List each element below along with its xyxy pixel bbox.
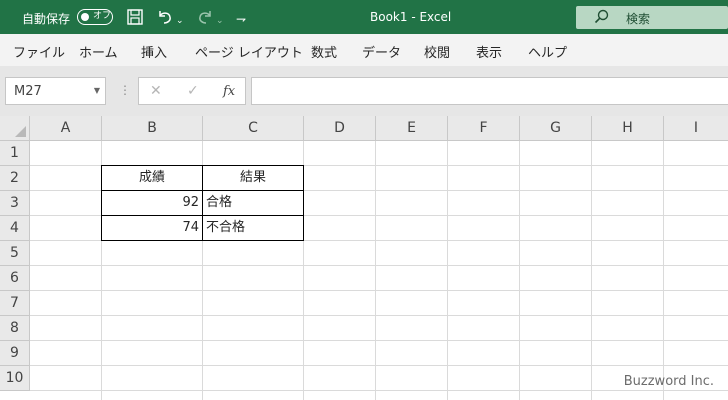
formula-buttons: ✕ ✓ fx	[138, 77, 246, 105]
save-icon[interactable]	[126, 8, 144, 30]
gridline	[591, 141, 592, 400]
tab-review[interactable]: 校閲	[424, 42, 450, 61]
chevron-down-icon[interactable]: ▼	[94, 86, 100, 95]
cell-b2[interactable]: 成績	[101, 165, 203, 191]
name-box[interactable]: M27 ▼	[5, 77, 106, 105]
gridline	[30, 290, 728, 291]
cell-c4[interactable]: 不合格	[202, 215, 304, 241]
column-header-h[interactable]: H	[592, 116, 664, 141]
customize-qat-icon[interactable]: ⇁	[236, 10, 246, 28]
gridline	[663, 141, 664, 400]
column-header-i[interactable]: I	[664, 116, 728, 141]
row-header-7[interactable]: 7	[0, 291, 30, 316]
tab-file[interactable]: ファイル	[13, 42, 65, 61]
insert-function-icon[interactable]: fx	[223, 84, 235, 99]
cell-c3[interactable]: 合格	[202, 190, 304, 216]
cell-b4[interactable]: 74	[101, 215, 203, 241]
autosave-toggle[interactable]: オフ	[77, 9, 113, 25]
search-placeholder: 検索	[626, 12, 651, 26]
toggle-knob	[81, 12, 89, 21]
row-header-6[interactable]: 6	[0, 266, 30, 291]
tab-view[interactable]: 表示	[476, 42, 502, 61]
undo-dropdown-icon[interactable]: ⌄	[176, 12, 184, 30]
column-header-f[interactable]: F	[448, 116, 520, 141]
tab-page-layout[interactable]: ページ レイアウト	[195, 42, 303, 61]
column-header-b[interactable]: B	[102, 116, 203, 141]
row-header-5[interactable]: 5	[0, 241, 30, 266]
row-header-9[interactable]: 9	[0, 341, 30, 366]
undo-icon[interactable]	[156, 8, 174, 30]
gridline	[30, 365, 728, 366]
gridline	[375, 141, 376, 400]
row-header-4[interactable]: 4	[0, 216, 30, 241]
search-icon	[594, 9, 610, 29]
row-header-1[interactable]: 1	[0, 141, 30, 166]
ribbon-tabs: ファイル ホーム 挿入 ページ レイアウト 数式 データ 校閲 表示 ヘルプ	[0, 34, 728, 67]
tab-insert[interactable]: 挿入	[141, 42, 167, 61]
column-header-g[interactable]: G	[520, 116, 592, 141]
tab-data[interactable]: データ	[362, 42, 401, 61]
autosave-state: オフ	[93, 11, 112, 21]
title-bar: 自動保存 オフ ⌄ ⌄ ⇁ Book1 - Excel 検索	[0, 0, 728, 34]
document-title: Book1 - Excel	[370, 10, 452, 24]
redo-icon[interactable]	[196, 8, 214, 30]
column-header-d[interactable]: D	[304, 116, 376, 141]
cell-b3[interactable]: 92	[101, 190, 203, 216]
select-all-button[interactable]	[0, 116, 30, 141]
cancel-icon[interactable]: ✕	[150, 83, 162, 99]
gridline	[30, 265, 728, 266]
cell-c2[interactable]: 結果	[202, 165, 304, 191]
formula-input[interactable]	[251, 77, 728, 105]
cell-area[interactable]: 成績 結果 92 合格 74 不合格	[30, 141, 728, 400]
name-box-value: M27	[14, 84, 42, 99]
column-header-e[interactable]: E	[376, 116, 448, 141]
tab-formulas[interactable]: 数式	[311, 42, 337, 61]
drag-handle-icon[interactable]: ⋮	[119, 83, 131, 97]
tab-home[interactable]: ホーム	[79, 42, 118, 61]
formula-bar: M27 ▼ ⋮ ✕ ✓ fx	[0, 66, 728, 116]
autosave-label: 自動保存	[22, 12, 71, 26]
row-header-3[interactable]: 3	[0, 191, 30, 216]
tab-help[interactable]: ヘルプ	[528, 42, 567, 61]
redo-dropdown-icon[interactable]: ⌄	[216, 12, 224, 30]
worksheet-grid[interactable]: A B C D E F G H I 1 2 3 4 5 6 7 8 9 10 成…	[0, 116, 728, 400]
column-header-c[interactable]: C	[203, 116, 304, 141]
row-header-2[interactable]: 2	[0, 166, 30, 191]
gridline	[30, 315, 728, 316]
enter-icon[interactable]: ✓	[187, 83, 199, 99]
watermark: Buzzword Inc.	[623, 374, 714, 389]
row-header-10[interactable]: 10	[0, 366, 30, 391]
row-header-8[interactable]: 8	[0, 316, 30, 341]
gridline	[519, 141, 520, 400]
gridline	[447, 141, 448, 400]
search-box[interactable]: 検索	[576, 6, 728, 29]
column-header-a[interactable]: A	[30, 116, 102, 141]
gridline	[30, 340, 728, 341]
select-all-triangle-icon	[15, 126, 26, 137]
gridline	[30, 390, 728, 391]
